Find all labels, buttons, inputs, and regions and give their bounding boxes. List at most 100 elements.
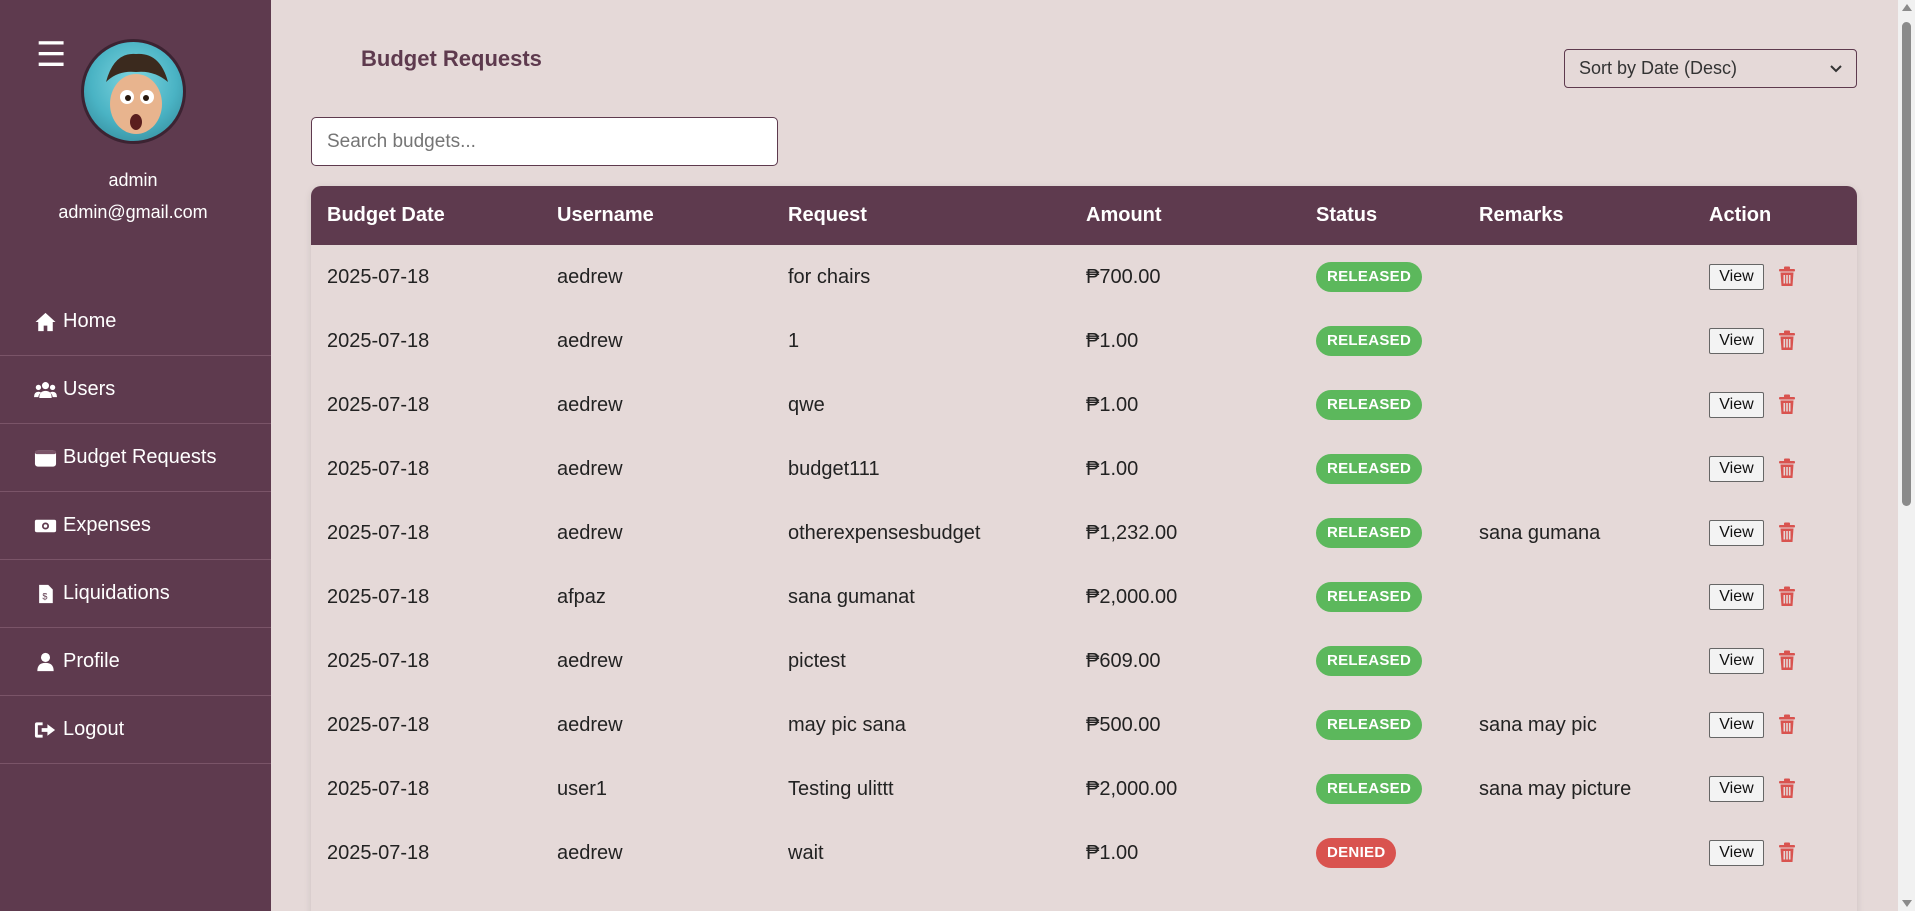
cell-username: afpaz: [557, 585, 606, 608]
sidebar-item-logout[interactable]: Logout: [0, 696, 271, 764]
sidebar-item-label: Budget Requests: [63, 446, 217, 468]
cell-amount: ₱700.00: [1086, 265, 1161, 288]
sort-select-value: Sort by Date (Desc): [1579, 58, 1738, 78]
sidebar-item-home[interactable]: Home: [0, 288, 271, 356]
view-button[interactable]: View: [1709, 328, 1764, 354]
scrollbar[interactable]: [1898, 0, 1915, 911]
delete-button[interactable]: [1778, 522, 1796, 549]
receipt-icon: $: [39, 584, 53, 603]
status-badge: DENIED: [1316, 838, 1397, 868]
column-header-amount: Amount: [1086, 204, 1162, 226]
trash-icon: [1779, 330, 1795, 350]
status-badge: RELEASED: [1316, 390, 1423, 420]
delete-button[interactable]: [1778, 714, 1796, 741]
sidebar-item-expenses[interactable]: Expenses: [0, 492, 271, 560]
column-header-username: Username: [557, 204, 654, 226]
trash-icon: [1779, 458, 1795, 478]
cell-request: sana gumanat: [788, 585, 915, 608]
cell-budget-date: 2025-07-18: [327, 521, 430, 544]
status-badge: RELEASED: [1316, 774, 1423, 804]
table-row: 2025-07-18 user1 Testing ulittt ₱2,000.00 RE…: [311, 757, 1857, 821]
delete-button[interactable]: [1778, 650, 1796, 677]
sort-select[interactable]: Sort by Date (Desc): [1564, 49, 1857, 88]
chevron-down-icon: [1830, 64, 1842, 72]
view-button[interactable]: View: [1709, 776, 1764, 802]
cell-request: may pic sana: [788, 713, 906, 736]
view-button[interactable]: View: [1709, 520, 1764, 546]
view-button[interactable]: View: [1709, 584, 1764, 610]
table-row: 2025-07-18 aedrew for chairs ₱700.00 RELEASE…: [311, 245, 1857, 309]
cell-username: aedrew: [557, 329, 623, 352]
delete-button[interactable]: [1778, 266, 1796, 293]
home-icon: [35, 312, 56, 331]
view-button[interactable]: View: [1709, 392, 1764, 418]
budget-table: Budget Date Username Request Amount Stat…: [311, 186, 1857, 911]
avatar: [81, 39, 186, 144]
cell-username: aedrew: [557, 841, 623, 864]
trash-icon: [1779, 842, 1795, 862]
cell-request: Testing ulittt: [788, 777, 894, 800]
view-button[interactable]: View: [1709, 648, 1764, 674]
sidebar-item-budget-requests[interactable]: Budget Requests: [0, 424, 271, 492]
cell-amount: ₱609.00: [1086, 649, 1161, 672]
delete-button[interactable]: [1778, 394, 1796, 421]
cell-remarks: sana may picture: [1479, 777, 1632, 800]
cell-request: pictest: [788, 649, 846, 672]
cell-amount: ₱500.00: [1086, 713, 1161, 736]
sidebar-item-users[interactable]: Users: [0, 356, 271, 424]
page-title: Budget Requests: [361, 46, 542, 71]
trash-icon: [1779, 522, 1795, 542]
view-button[interactable]: View: [1709, 264, 1764, 290]
cell-username: aedrew: [557, 393, 623, 416]
logout-icon: [34, 721, 56, 738]
scroll-thumb[interactable]: [1902, 22, 1911, 506]
trash-icon: [1779, 266, 1795, 286]
delete-button[interactable]: [1778, 842, 1796, 869]
sidebar-item-liquidations[interactable]: $ Liquidations: [0, 560, 271, 628]
user-icon: [37, 652, 54, 671]
delete-button[interactable]: [1778, 330, 1796, 357]
sidebar-item-label: Home: [63, 310, 117, 332]
view-button[interactable]: View: [1709, 840, 1764, 866]
status-badge: RELEASED: [1316, 326, 1423, 356]
search-input[interactable]: [311, 117, 778, 166]
scroll-down-arrow-icon[interactable]: [1902, 900, 1912, 907]
sidebar-item-label: Liquidations: [63, 582, 170, 604]
trash-icon: [1779, 394, 1795, 414]
cell-username: aedrew: [557, 713, 623, 736]
cell-budget-date: 2025-07-18: [327, 393, 430, 416]
status-badge: RELEASED: [1316, 518, 1423, 548]
table-row: 2025-07-18 aedrew qwe ₱1.00 RELEASED View: [311, 373, 1857, 437]
sidebar-item-profile[interactable]: Profile: [0, 628, 271, 696]
cell-budget-date: 2025-07-18: [327, 585, 430, 608]
scroll-up-arrow-icon[interactable]: [1902, 4, 1912, 11]
view-button[interactable]: View: [1709, 712, 1764, 738]
cell-request: for chairs: [788, 265, 871, 288]
cell-remarks: sana may pic: [1479, 713, 1597, 736]
cell-amount: ₱1,232.00: [1086, 521, 1178, 544]
delete-button[interactable]: [1778, 586, 1796, 613]
table-row: 2025-07-18 aedrew budget111 ₱1.00 RELEASED Vi…: [311, 437, 1857, 501]
sidebar-nav: Home Users Budget Requests Expenses $ Li…: [0, 288, 271, 764]
column-header-status: Status: [1316, 204, 1378, 226]
cell-amount: ₱1.00: [1086, 393, 1139, 416]
view-button[interactable]: View: [1709, 456, 1764, 482]
cell-amount: ₱2,000.00: [1086, 777, 1178, 800]
delete-button[interactable]: [1778, 458, 1796, 485]
table-row: 2025-07-18 aedrew may pic sana ₱500.00 RELEA…: [311, 693, 1857, 757]
status-badge: RELEASED: [1316, 710, 1423, 740]
status-badge: RELEASED: [1316, 454, 1423, 484]
cell-amount: ₱1.00: [1086, 841, 1139, 864]
hamburger-icon[interactable]: ☰: [36, 38, 66, 72]
user-email: admin@gmail.com: [58, 202, 208, 222]
status-badge: RELEASED: [1316, 262, 1423, 292]
column-header-remarks: Remarks: [1479, 204, 1564, 226]
delete-button[interactable]: [1778, 778, 1796, 805]
cell-remarks: sana gumana: [1479, 521, 1601, 544]
status-badge: RELEASED: [1316, 582, 1423, 612]
cell-request: otherexpensesbudget: [788, 521, 981, 544]
cell-amount: ₱1.00: [1086, 329, 1139, 352]
users-icon: [34, 381, 57, 398]
cell-budget-date: 2025-07-18: [327, 841, 430, 864]
status-badge: RELEASED: [1316, 646, 1423, 676]
